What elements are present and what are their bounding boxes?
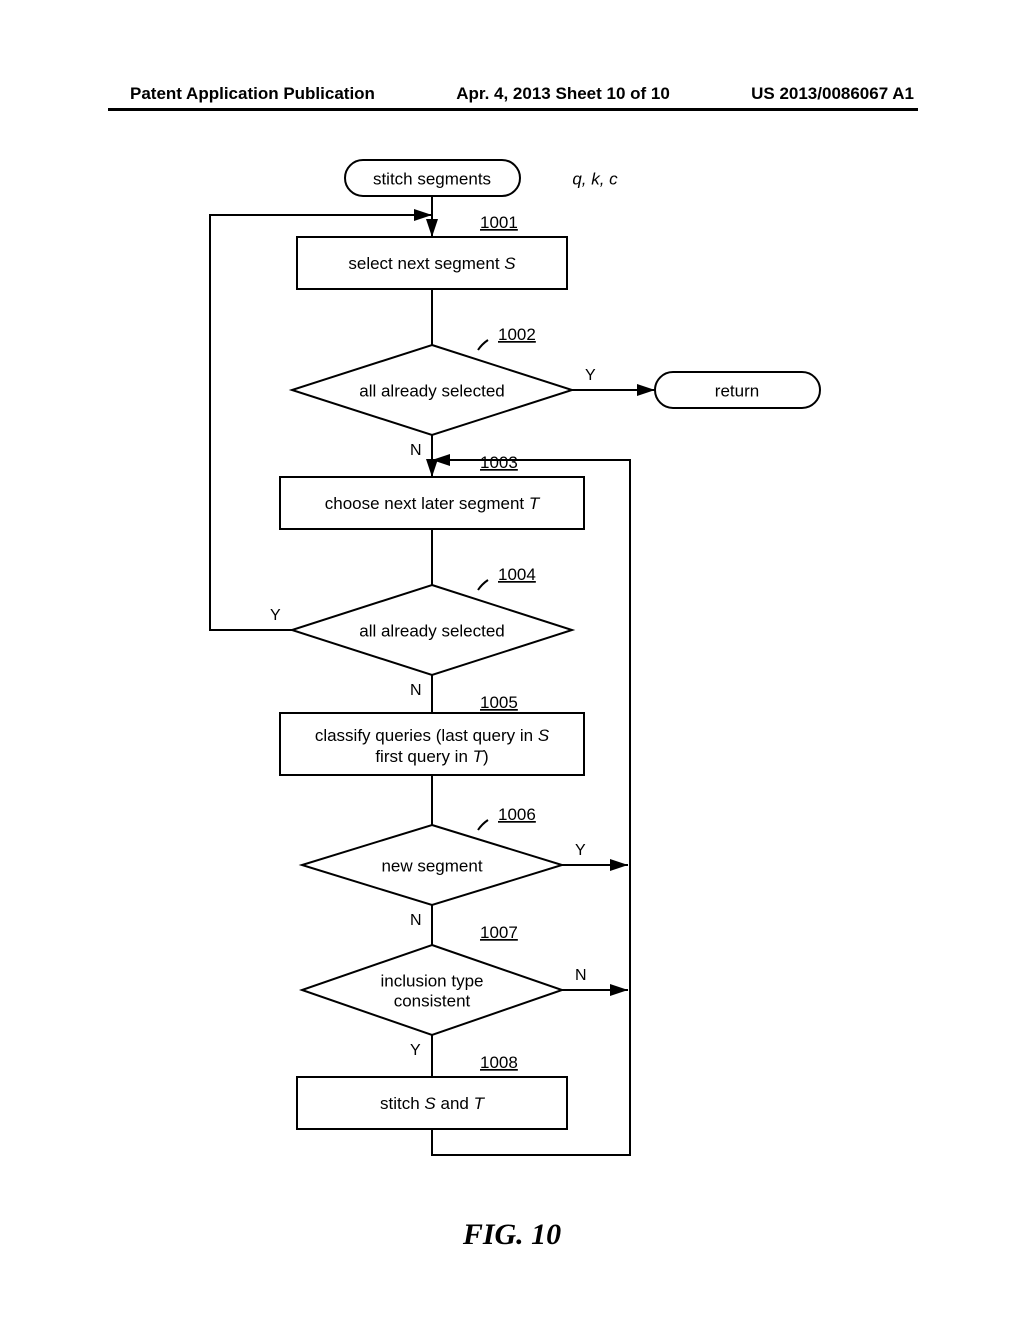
terminal-return-text: return bbox=[715, 381, 759, 400]
flowchart: stitch segments q, k, c 1001 select next… bbox=[0, 140, 1024, 1200]
label-1004-Y: Y bbox=[270, 607, 281, 624]
step-1003-text: choose next later segment T bbox=[325, 494, 541, 513]
label-1004-N: N bbox=[410, 682, 422, 699]
label-1002-N: N bbox=[410, 442, 422, 459]
label-1007-N: N bbox=[575, 967, 587, 984]
ref-1008: 1008 bbox=[480, 1053, 518, 1072]
decision-1006-text: new segment bbox=[381, 856, 482, 875]
terminal-start-text: stitch segments bbox=[373, 169, 491, 188]
terminal-params: q, k, c bbox=[572, 169, 618, 188]
ref-1007: 1007 bbox=[480, 923, 518, 942]
decision-1002-text: all already selected bbox=[359, 381, 505, 400]
label-1007-Y: Y bbox=[410, 1042, 421, 1059]
header-left: Patent Application Publication bbox=[130, 84, 375, 104]
step-1008-text: stitch S and T bbox=[380, 1094, 486, 1113]
label-1006-Y: Y bbox=[575, 842, 586, 859]
header-center: Apr. 4, 2013 Sheet 10 of 10 bbox=[456, 84, 670, 104]
step-1001-text: select next segment S bbox=[348, 254, 516, 273]
header-right: US 2013/0086067 A1 bbox=[751, 84, 914, 104]
step-1005-line1: classify queries (last query in S bbox=[315, 726, 550, 745]
ref-1003: 1003 bbox=[480, 453, 518, 472]
label-1002-Y: Y bbox=[585, 367, 596, 384]
decision-1004-text: all already selected bbox=[359, 621, 505, 640]
header-rule bbox=[108, 108, 918, 111]
ref-1004: 1004 bbox=[498, 565, 536, 584]
step-1005-line2: first query in T) bbox=[375, 747, 488, 766]
ref-1005: 1005 bbox=[480, 693, 518, 712]
decision-1007-line1: inclusion type bbox=[380, 971, 483, 990]
label-1006-N: N bbox=[410, 912, 422, 929]
decision-1007-line2: consistent bbox=[394, 991, 471, 1010]
ref-1002: 1002 bbox=[498, 325, 536, 344]
figure-caption: FIG. 10 bbox=[0, 1218, 1024, 1252]
ref-1006: 1006 bbox=[498, 805, 536, 824]
ref-1001: 1001 bbox=[480, 213, 518, 232]
page-header: Patent Application Publication Apr. 4, 2… bbox=[0, 84, 1024, 104]
